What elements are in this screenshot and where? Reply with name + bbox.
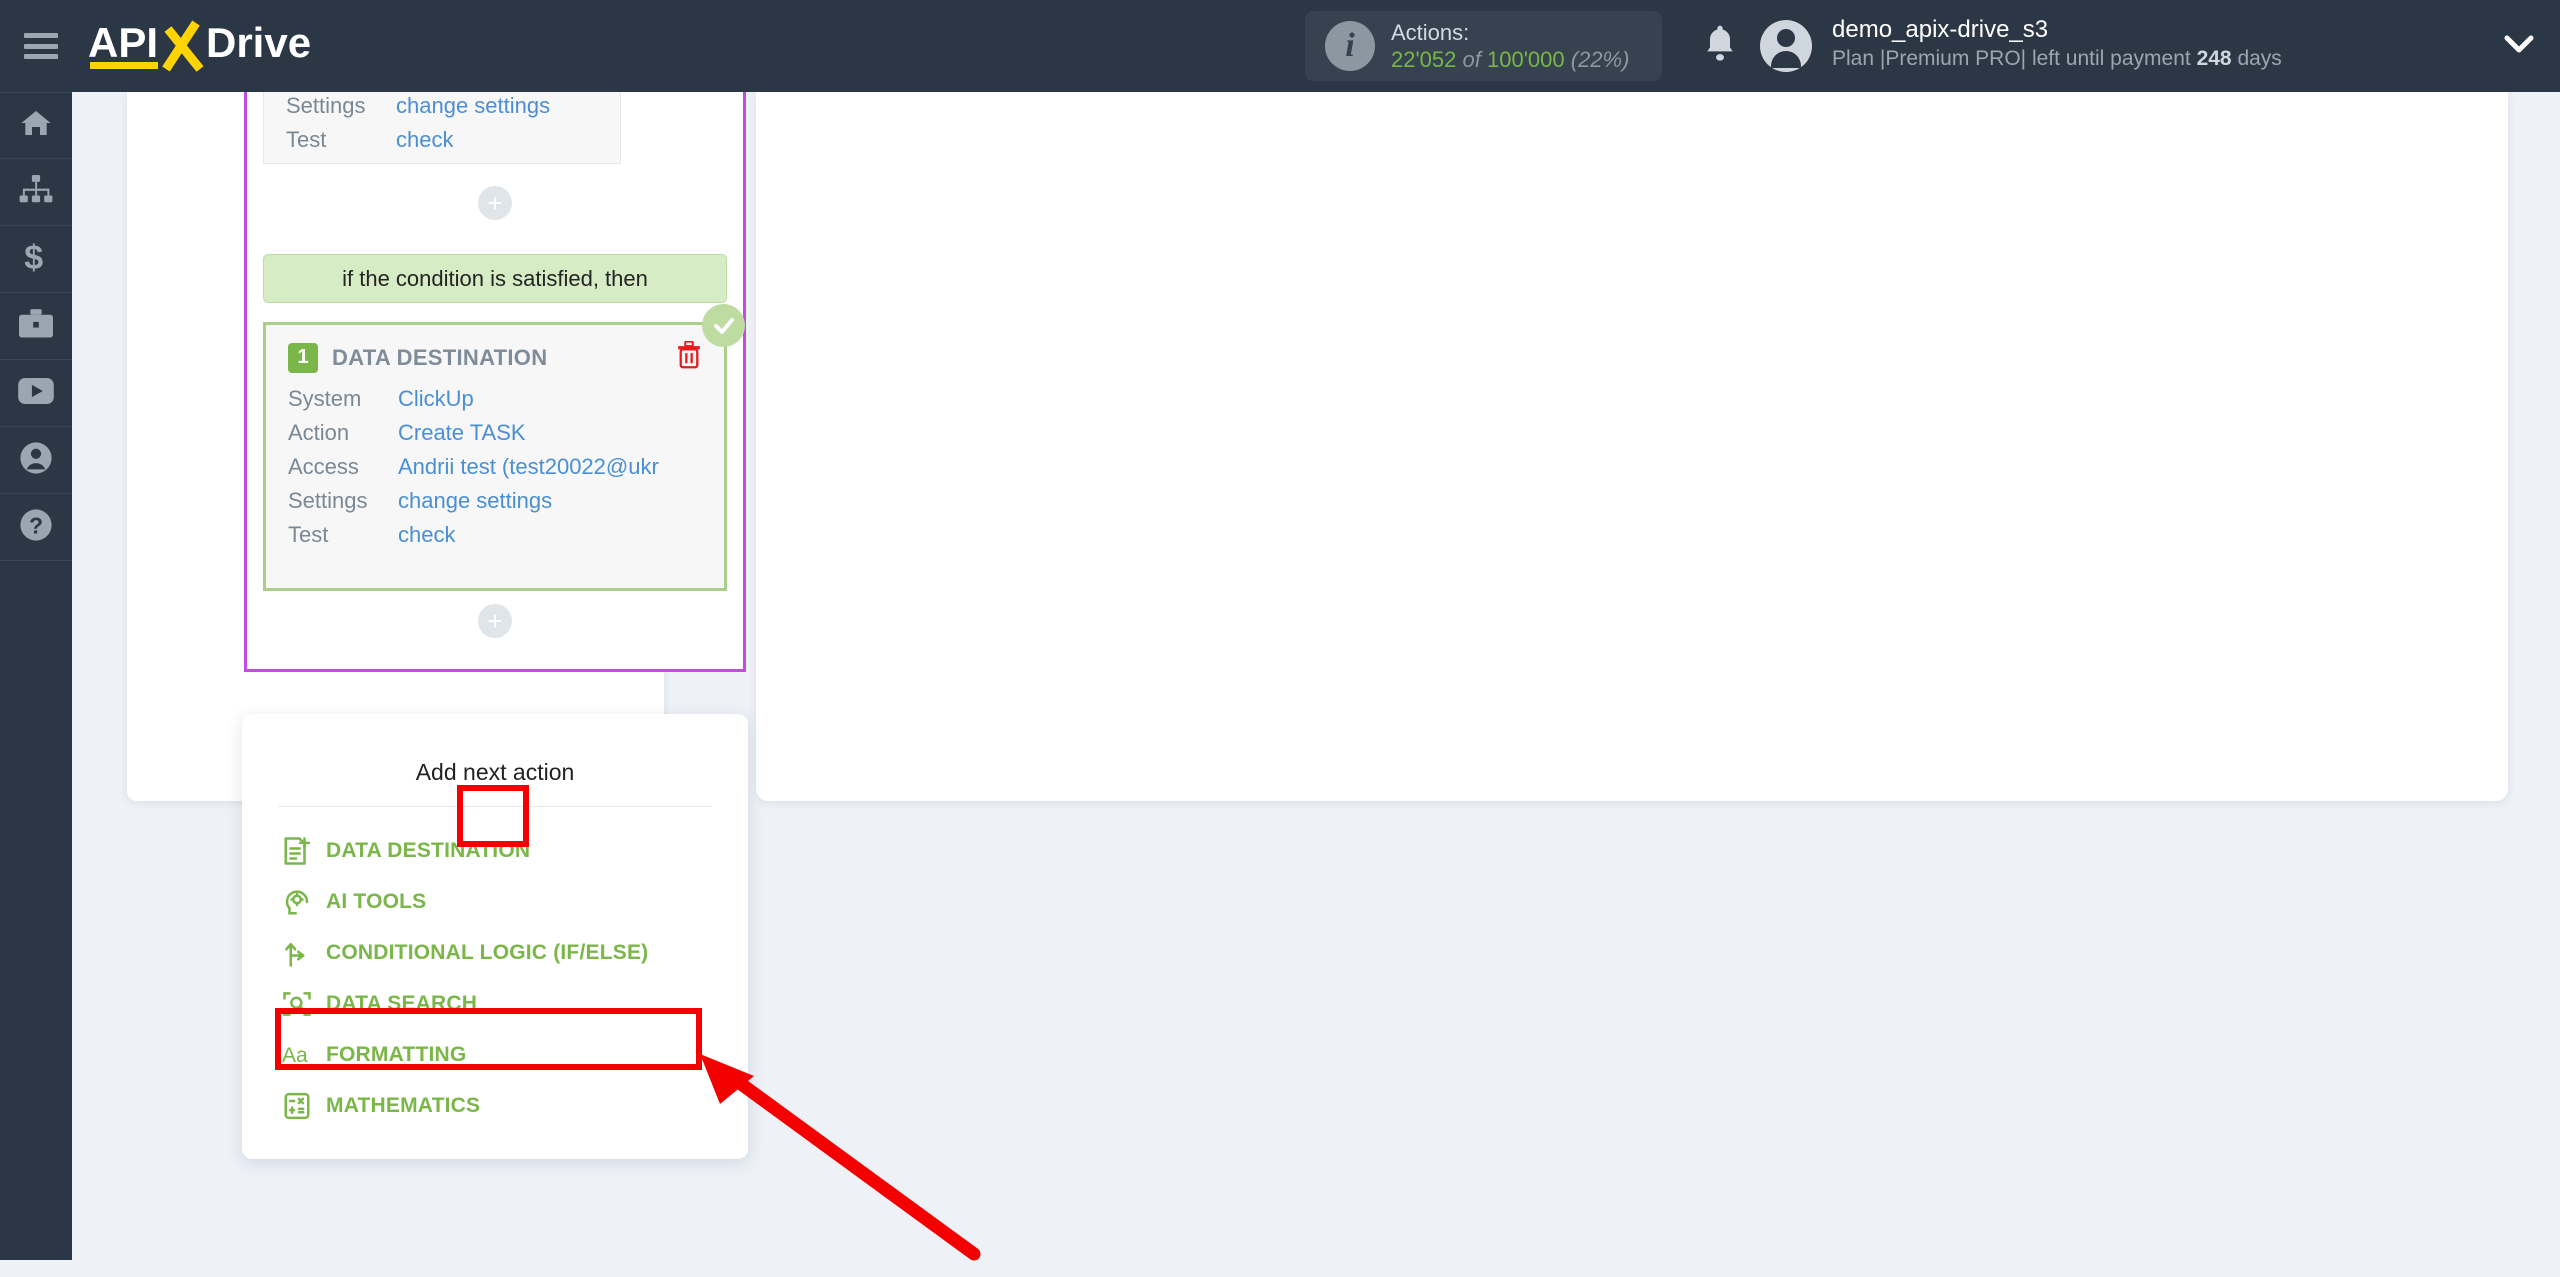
menu-item-label: AI TOOLS — [326, 889, 427, 913]
conditional-group: Settings change settings Test check + if… — [244, 84, 746, 672]
sidebar-item-help[interactable]: ? — [0, 494, 72, 561]
branch-icon — [282, 938, 326, 968]
info-icon: i — [1325, 21, 1375, 71]
actions-percent: (22%) — [1570, 47, 1630, 72]
actions-label: Actions: — [1391, 19, 1470, 45]
user-info[interactable]: demo_apix-drive_s3 Plan |Premium PRO| le… — [1832, 14, 2282, 72]
menu-item-data-destination[interactable]: DATA DESTINATION — [242, 825, 748, 876]
actions-values: 22'052 of 100'000 (22%) — [1391, 46, 1629, 74]
menu-item-label: DATA SEARCH — [326, 991, 478, 1015]
row-key: Test — [286, 127, 327, 152]
add-step-button[interactable]: + — [478, 186, 512, 220]
row-value[interactable]: check — [398, 518, 455, 552]
question-circle-icon: ? — [19, 508, 53, 547]
condition-banner: if the condition is satisfied, then — [263, 254, 727, 303]
flow-panel: Settings change settings Test check + if… — [127, 84, 746, 801]
table-row: Settings change settings — [288, 484, 702, 518]
top-bar: API Drive i Actions: 22'052 of 100'000 (… — [0, 0, 2560, 92]
table-row: Action Create TASK — [288, 416, 702, 450]
home-icon — [19, 107, 53, 144]
actions-total: 100'000 — [1487, 47, 1565, 72]
menu-item-label: FORMATTING — [326, 1042, 467, 1066]
svg-text:?: ? — [29, 512, 43, 538]
document-plus-icon — [282, 836, 326, 866]
row-key: Action — [288, 420, 350, 445]
svg-text:$: $ — [24, 240, 43, 274]
avatar[interactable] — [1760, 20, 1812, 72]
hamburger-icon[interactable] — [24, 33, 58, 59]
data-destination-card: 1 DATA DESTINATION System ClickUp Action… — [263, 304, 745, 591]
trash-icon[interactable] — [676, 340, 702, 374]
row-key: Settings — [288, 488, 368, 513]
user-plan-days: 248 — [2196, 47, 2232, 71]
user-plan: Plan |Premium PRO| left until payment 24… — [1832, 45, 2282, 72]
dollar-icon: $ — [21, 238, 51, 279]
user-name: demo_apix-drive_s3 — [1832, 16, 2049, 43]
user-plan-text: Plan |Premium PRO| left until payment — [1832, 47, 2191, 71]
table-row: Access Andrii test (test20022@ukr — [288, 450, 702, 484]
actions-quota[interactable]: i Actions: 22'052 of 100'000 (22%) — [1305, 11, 1662, 81]
row-value[interactable]: Andrii test (test20022@ukr — [398, 450, 659, 484]
table-row: Test check — [288, 518, 702, 552]
search-frame-icon — [282, 989, 326, 1019]
table-row: Settings change settings — [286, 89, 598, 123]
row-value[interactable]: ClickUp — [398, 382, 474, 416]
sidebar-item-home[interactable] — [0, 92, 72, 159]
bell-icon[interactable] — [1700, 22, 1740, 71]
svg-text:Drive: Drive — [206, 19, 311, 66]
menu-item-data-search[interactable]: DATA SEARCH — [242, 978, 748, 1029]
text-format-icon: Aa — [282, 1041, 326, 1069]
actions-used: 22'052 — [1391, 47, 1457, 72]
user-plan-days-suffix: days — [2237, 47, 2282, 71]
sidebar: $ ? — [0, 92, 72, 1260]
annotation-arrow — [662, 1042, 992, 1277]
svg-text:Aa: Aa — [282, 1044, 308, 1067]
logo-apixdrive[interactable]: API Drive — [88, 0, 328, 92]
row-value[interactable]: change settings — [396, 89, 550, 123]
sitemap-icon — [19, 174, 53, 210]
previous-step-card: Settings change settings Test check — [263, 84, 621, 164]
user-circle-icon — [19, 441, 53, 480]
row-key: Settings — [286, 93, 366, 118]
ai-head-icon — [282, 887, 326, 917]
card-title: DATA DESTINATION — [332, 344, 548, 370]
row-key: System — [288, 386, 362, 411]
actions-of: of — [1462, 47, 1481, 72]
sidebar-item-tools[interactable] — [0, 293, 72, 360]
row-value[interactable]: check — [396, 123, 453, 157]
row-key: Access — [288, 454, 359, 479]
table-row: System ClickUp — [288, 382, 702, 416]
table-row: Test check — [286, 123, 598, 157]
menu-item-label: DATA DESTINATION — [326, 838, 531, 862]
sidebar-item-connections[interactable] — [0, 159, 72, 226]
menu-item-conditional-logic[interactable]: CONDITIONAL LOGIC (IF/ELSE) — [242, 927, 748, 978]
chevron-down-icon[interactable] — [2504, 34, 2534, 59]
page-canvas: Settings change settings Test check + if… — [72, 84, 2560, 1261]
menu-item-ai-tools[interactable]: AI TOOLS — [242, 876, 748, 927]
sidebar-item-account[interactable] — [0, 427, 72, 494]
menu-item-label: MATHEMATICS — [326, 1093, 481, 1117]
menu-title: Add next action — [415, 759, 575, 785]
row-value[interactable]: change settings — [398, 484, 552, 518]
step-number-badge: 1 — [288, 342, 318, 373]
row-value[interactable]: Create TASK — [398, 416, 526, 450]
row-key: Test — [288, 522, 329, 547]
calculator-icon — [282, 1091, 326, 1121]
add-step-button-inner[interactable]: + — [478, 604, 512, 638]
check-circle-icon — [702, 304, 745, 347]
briefcase-icon — [19, 308, 53, 344]
svg-text:API: API — [88, 19, 158, 66]
menu-item-label: CONDITIONAL LOGIC (IF/ELSE) — [326, 940, 649, 964]
sidebar-item-video[interactable] — [0, 360, 72, 427]
youtube-icon — [18, 377, 54, 409]
details-panel — [756, 92, 2508, 801]
sidebar-item-billing[interactable]: $ — [0, 226, 72, 293]
